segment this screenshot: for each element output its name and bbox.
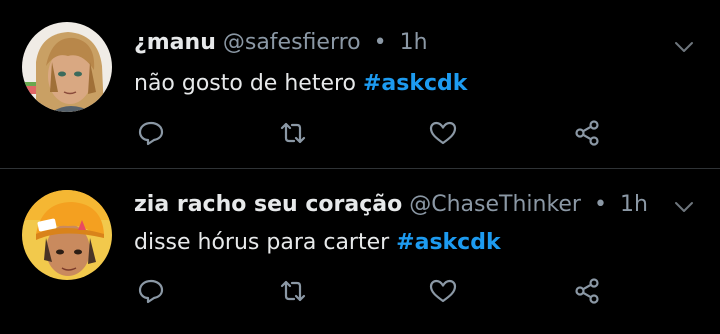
- avatar[interactable]: [22, 190, 112, 280]
- tweet[interactable]: ¿manu @safesfierro • 1h não gosto de het…: [0, 0, 720, 164]
- chevron-down-icon[interactable]: [674, 198, 694, 217]
- tweet[interactable]: zia racho seu coração @ChaseThinker • 1h…: [0, 170, 720, 334]
- tweet-text-content: não gosto de hetero: [134, 71, 356, 96]
- action-bar: [0, 118, 720, 148]
- avatar[interactable]: [22, 22, 112, 112]
- reply-icon[interactable]: [136, 276, 166, 306]
- tweet-divider: [0, 168, 720, 169]
- handle[interactable]: @safesfierro: [223, 30, 361, 55]
- tweet-header: ¿manu @safesfierro • 1h: [134, 28, 428, 58]
- reply-icon[interactable]: [136, 118, 166, 148]
- chevron-down-icon[interactable]: [674, 38, 694, 57]
- tweet-header: zia racho seu coração @ChaseThinker • 1h: [134, 190, 648, 220]
- tweet-text: não gosto de hetero #askcdk: [134, 68, 467, 100]
- action-bar: [0, 276, 720, 306]
- display-name[interactable]: ¿manu: [134, 30, 216, 55]
- share-icon[interactable]: [572, 276, 602, 306]
- retweet-icon[interactable]: [278, 276, 308, 306]
- retweet-icon[interactable]: [278, 118, 308, 148]
- timestamp[interactable]: 1h: [620, 192, 648, 217]
- tweet-text: disse hórus para carter #askcdk: [134, 227, 501, 259]
- tweet-text-content: disse hórus para carter: [134, 230, 390, 255]
- like-icon[interactable]: [428, 118, 458, 148]
- timestamp[interactable]: 1h: [400, 30, 428, 55]
- display-name[interactable]: zia racho seu coração: [134, 192, 402, 217]
- hashtag-link[interactable]: #askcdk: [363, 71, 467, 96]
- separator-dot: •: [373, 30, 387, 55]
- separator-dot: •: [593, 192, 607, 217]
- like-icon[interactable]: [428, 276, 458, 306]
- share-icon[interactable]: [572, 118, 602, 148]
- hashtag-link[interactable]: #askcdk: [396, 230, 500, 255]
- handle[interactable]: @ChaseThinker: [409, 192, 581, 217]
